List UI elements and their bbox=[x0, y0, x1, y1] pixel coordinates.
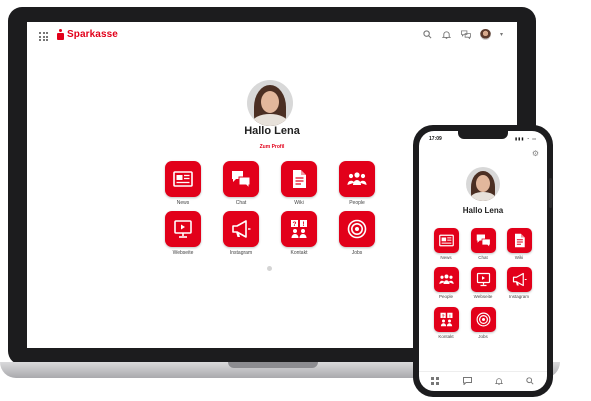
tile-label: Instagram bbox=[508, 294, 529, 299]
megaphone-icon bbox=[512, 272, 527, 287]
tile-chat[interactable] bbox=[471, 228, 496, 253]
megaphone-icon bbox=[231, 219, 251, 239]
tile-people[interactable] bbox=[434, 267, 459, 292]
tile-wiki[interactable] bbox=[281, 161, 317, 197]
tile-label: People bbox=[349, 200, 365, 206]
greeting: Hallo Lena bbox=[462, 206, 504, 215]
phone-side-button bbox=[549, 178, 552, 208]
brand-name: Sparkasse bbox=[67, 29, 118, 40]
tile-instagram[interactable] bbox=[223, 211, 259, 247]
search-icon[interactable] bbox=[525, 377, 535, 387]
chat-bubbles-icon bbox=[231, 169, 251, 189]
top-bar: Sparkasse ▾ bbox=[27, 22, 517, 52]
chevron-down-icon[interactable]: ▾ bbox=[500, 31, 503, 38]
newspaper-icon bbox=[173, 169, 193, 189]
tile-label: Wiki bbox=[514, 255, 524, 260]
tile-news[interactable] bbox=[434, 228, 459, 253]
chat-bubbles-icon bbox=[476, 233, 491, 248]
brand-logo[interactable]: Sparkasse bbox=[57, 29, 118, 40]
gear-icon[interactable]: ⚙ bbox=[532, 149, 539, 158]
newspaper-icon bbox=[439, 233, 454, 248]
tile-label: Jobs bbox=[478, 334, 488, 339]
tile-label: News bbox=[176, 200, 190, 206]
tile-webseite[interactable] bbox=[471, 267, 496, 292]
profile-photo[interactable] bbox=[247, 80, 293, 126]
app-grid-icon[interactable] bbox=[39, 32, 48, 41]
document-icon bbox=[289, 169, 309, 189]
sparkasse-logo-icon bbox=[57, 29, 64, 40]
people-icon bbox=[439, 272, 454, 287]
top-bar-actions: ▾ bbox=[423, 29, 503, 40]
people-icon bbox=[347, 169, 367, 189]
bottom-tab-bar bbox=[419, 371, 547, 391]
profile-photo[interactable] bbox=[466, 167, 500, 201]
chat-icon[interactable] bbox=[461, 29, 471, 40]
phone-notch bbox=[458, 131, 508, 139]
tile-label: Chat bbox=[235, 200, 247, 206]
user-avatar[interactable] bbox=[479, 29, 491, 40]
mobile-app-screen: 17:09 ▮▮▮ ◔ ▭ ⚙ Hallo Lena News Chat Wik… bbox=[419, 131, 547, 391]
tile-label: Webseite bbox=[172, 250, 194, 256]
document-icon bbox=[512, 233, 527, 248]
contact-board-icon bbox=[289, 219, 309, 239]
tile-label: Kontakt bbox=[290, 250, 308, 256]
status-time: 17:09 bbox=[429, 136, 442, 142]
tile-kontakt[interactable] bbox=[281, 211, 317, 247]
tile-people[interactable] bbox=[339, 161, 375, 197]
tile-webseite[interactable] bbox=[165, 211, 201, 247]
page-indicator-dot[interactable] bbox=[267, 266, 272, 271]
tile-label: Wiki bbox=[294, 200, 304, 206]
contact-board-icon bbox=[439, 312, 454, 327]
tile-instagram[interactable] bbox=[507, 267, 532, 292]
tile-jobs[interactable] bbox=[471, 307, 496, 332]
tile-chat[interactable] bbox=[223, 161, 259, 197]
tile-label: Instagram bbox=[229, 250, 253, 256]
tile-wiki[interactable] bbox=[507, 228, 532, 253]
monitor-icon bbox=[173, 219, 193, 239]
status-icons: ▮▮▮ ◔ ▭ bbox=[514, 136, 537, 141]
device-mockup: Sparkasse ▾ Hallo Lena Zum Profil News C… bbox=[0, 0, 591, 401]
tile-news[interactable] bbox=[165, 161, 201, 197]
bell-icon[interactable] bbox=[442, 30, 452, 40]
tile-jobs[interactable] bbox=[339, 211, 375, 247]
bell-icon[interactable] bbox=[494, 377, 504, 387]
chat-icon[interactable] bbox=[462, 377, 472, 387]
apps-icon[interactable] bbox=[430, 377, 440, 387]
tile-label: Jobs bbox=[351, 250, 363, 256]
laptop-hinge-notch bbox=[228, 362, 318, 368]
target-icon bbox=[347, 219, 367, 239]
tile-kontakt[interactable] bbox=[434, 307, 459, 332]
search-icon[interactable] bbox=[423, 29, 433, 40]
monitor-icon bbox=[476, 272, 491, 287]
target-icon bbox=[476, 312, 491, 327]
